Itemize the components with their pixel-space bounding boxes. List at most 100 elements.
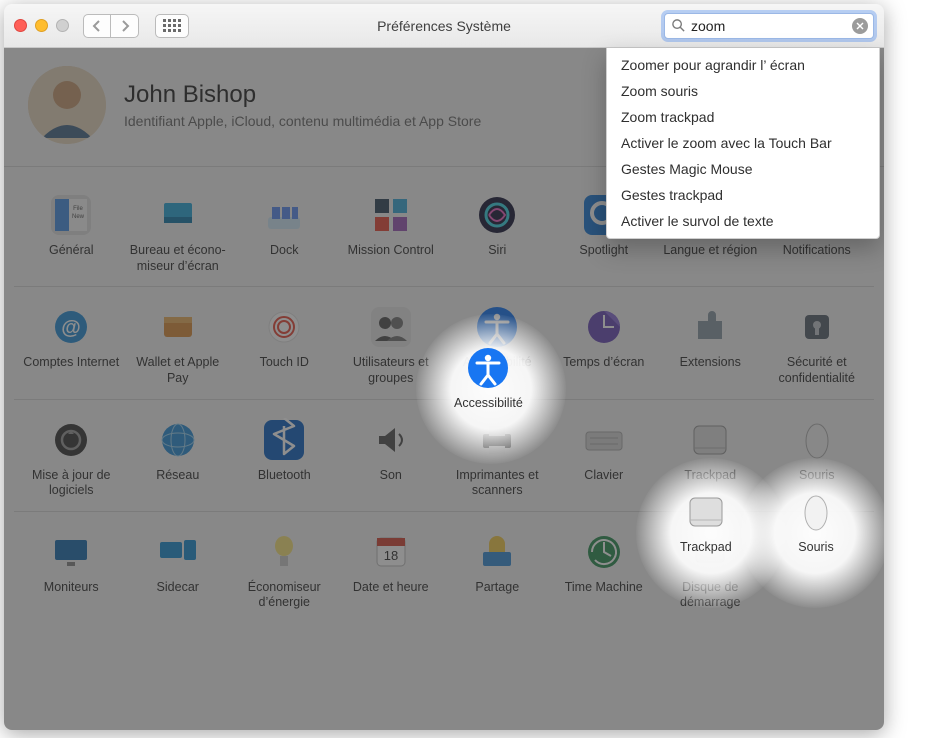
user-text: John Bishop Identifiant Apple, iCloud, c… [124,81,481,129]
dock-icon [262,193,306,237]
update-icon [49,418,93,462]
svg-text:File: File [73,206,83,212]
mouse-icon [794,490,838,534]
prefpane-label: Notifications [783,243,851,273]
prefpane-label: Son [380,468,402,498]
svg-text:18: 18 [384,548,398,563]
search-input[interactable] [664,13,874,39]
prefpane-label: Time Machine [565,580,643,610]
prefpane-bluetooth[interactable]: Bluetooth [231,414,338,503]
prefpane-label: Clavier [584,468,623,498]
show-all-button[interactable] [155,14,189,38]
prefpane-label: Dock [270,243,298,273]
trackpad-icon [684,490,728,534]
suggestion-item[interactable]: Activer le zoom avec la Touch Bar [607,130,879,156]
prefpane-users[interactable]: Utilisateurs et groupes [338,301,445,390]
zoom-window-button[interactable] [56,19,69,32]
prefpane-row: @Comptes InternetWallet et Apple PayTouc… [14,287,874,399]
prefpane-mouse-highlight[interactable]: Souris [794,490,838,570]
prefpane-general[interactable]: FileNewGénéral [18,189,125,278]
prefpane-siri[interactable]: Siri [444,189,551,278]
suggestion-item[interactable]: Zoomer pour agrandir l’ écran [607,52,879,78]
prefpane-label: Date et heure [353,580,429,610]
screentime-icon [582,305,626,349]
prefpane-mission[interactable]: Mission Control [338,189,445,278]
prefpane-displays[interactable]: Moniteurs [18,526,125,615]
prefpane-energy[interactable]: Économiseur d’énergie [231,526,338,615]
chevron-left-icon [92,20,102,32]
timemachine-icon [582,530,626,574]
prefpane-sidecar[interactable]: Sidecar [125,526,232,615]
search-wrap [664,13,874,39]
prefpane-label: Extensions [680,355,741,385]
prefpane-wallet[interactable]: Wallet et Apple Pay [125,301,232,390]
prefpane-label: Utilisateurs et groupes [341,355,441,386]
prefpane-label: Sécurité et confidentialité [767,355,867,386]
datetime-icon: 18 [369,530,413,574]
prefpane-screentime[interactable]: Temps d’écran [551,301,658,390]
prefpane-label: Langue et région [663,243,757,273]
prefpane-keyboard[interactable]: Clavier [551,414,658,503]
prefpane-desktop[interactable]: Bureau et écono­miseur d’écran [125,189,232,278]
prefpane-sharing[interactable]: Partage [444,526,551,615]
displays-icon [49,530,93,574]
sound-icon [369,418,413,462]
suggestion-item[interactable]: Activer le survol de texte [607,208,879,234]
prefpane-row: MoniteursSidecarÉconomiseur d’énergie 18 D… [14,512,874,623]
prefpane-security[interactable]: Sécurité et confidentialité [764,301,871,390]
prefpane-label: Souris [798,540,833,570]
prefpane-dock[interactable]: Dock [231,189,338,278]
titlebar: Préférences Système [4,4,884,48]
prefpane-label: Réseau [156,468,199,498]
prefpane-touchid[interactable]: Touch ID [231,301,338,390]
prefpane-label: Bureau et écono­miseur d’écran [128,243,228,274]
mouse-icon [795,418,839,462]
prefpane-network[interactable]: Réseau [125,414,232,503]
avatar [28,66,106,144]
svg-text:@: @ [61,317,81,339]
user-name: John Bishop [124,81,481,109]
prefpane-accessibility-highlight[interactable]: Accessibilité [454,346,523,426]
forward-button[interactable] [111,14,139,38]
close-window-button[interactable] [14,19,27,32]
suggestion-item[interactable]: Zoom souris [607,78,879,104]
extensions-icon [688,305,732,349]
prefpane-internet[interactable]: @Comptes Internet [18,301,125,390]
users-icon [369,305,413,349]
prefpane-label: Spotlight [579,243,628,273]
chevron-right-icon [120,20,130,32]
grid-icon [163,19,181,32]
prefpane-label: Siri [488,243,506,273]
prefpane-timemachine[interactable]: Time Machine [551,526,658,615]
touchid-icon [262,305,306,349]
clear-search-button[interactable] [852,18,868,34]
prefpane-label: Accessibilité [454,396,523,426]
nav-buttons [83,14,139,38]
prefpane-sound[interactable]: Son [338,414,445,503]
sharing-icon [475,530,519,574]
prefpane-printers[interactable]: Imprimantes et scanners [444,414,551,503]
prefpane-label: Économiseur d’énergie [234,580,334,611]
prefpane-label: Partage [475,580,519,610]
prefpane-extensions[interactable]: Extensions [657,301,764,390]
wallet-icon [156,305,200,349]
prefpane-trackpad-highlight[interactable]: Trackpad [680,490,732,570]
prefpane-label: Imprimantes et scanners [447,468,547,499]
siri-icon [475,193,519,237]
close-icon [856,22,864,30]
minimize-window-button[interactable] [35,19,48,32]
prefpane-row: Mise à jour de logiciels Réseau Bluetooth S… [14,400,874,512]
suggestion-item[interactable]: Gestes trackpad [607,182,879,208]
prefpane-update[interactable]: Mise à jour de logiciels [18,414,125,503]
back-button[interactable] [83,14,111,38]
suggestion-item[interactable]: Zoom trackpad [607,104,879,130]
accessibility-icon [466,346,510,390]
prefpane-datetime[interactable]: 18 Date et heure [338,526,445,615]
prefpane-label: Général [49,243,93,273]
prefpane-label: Wallet et Apple Pay [128,355,228,386]
search-icon [671,18,686,33]
internet-icon: @ [49,305,93,349]
suggestion-item[interactable]: Gestes Magic Mouse [607,156,879,182]
energy-icon [262,530,306,574]
prefpane-label: Temps d’écran [563,355,644,385]
